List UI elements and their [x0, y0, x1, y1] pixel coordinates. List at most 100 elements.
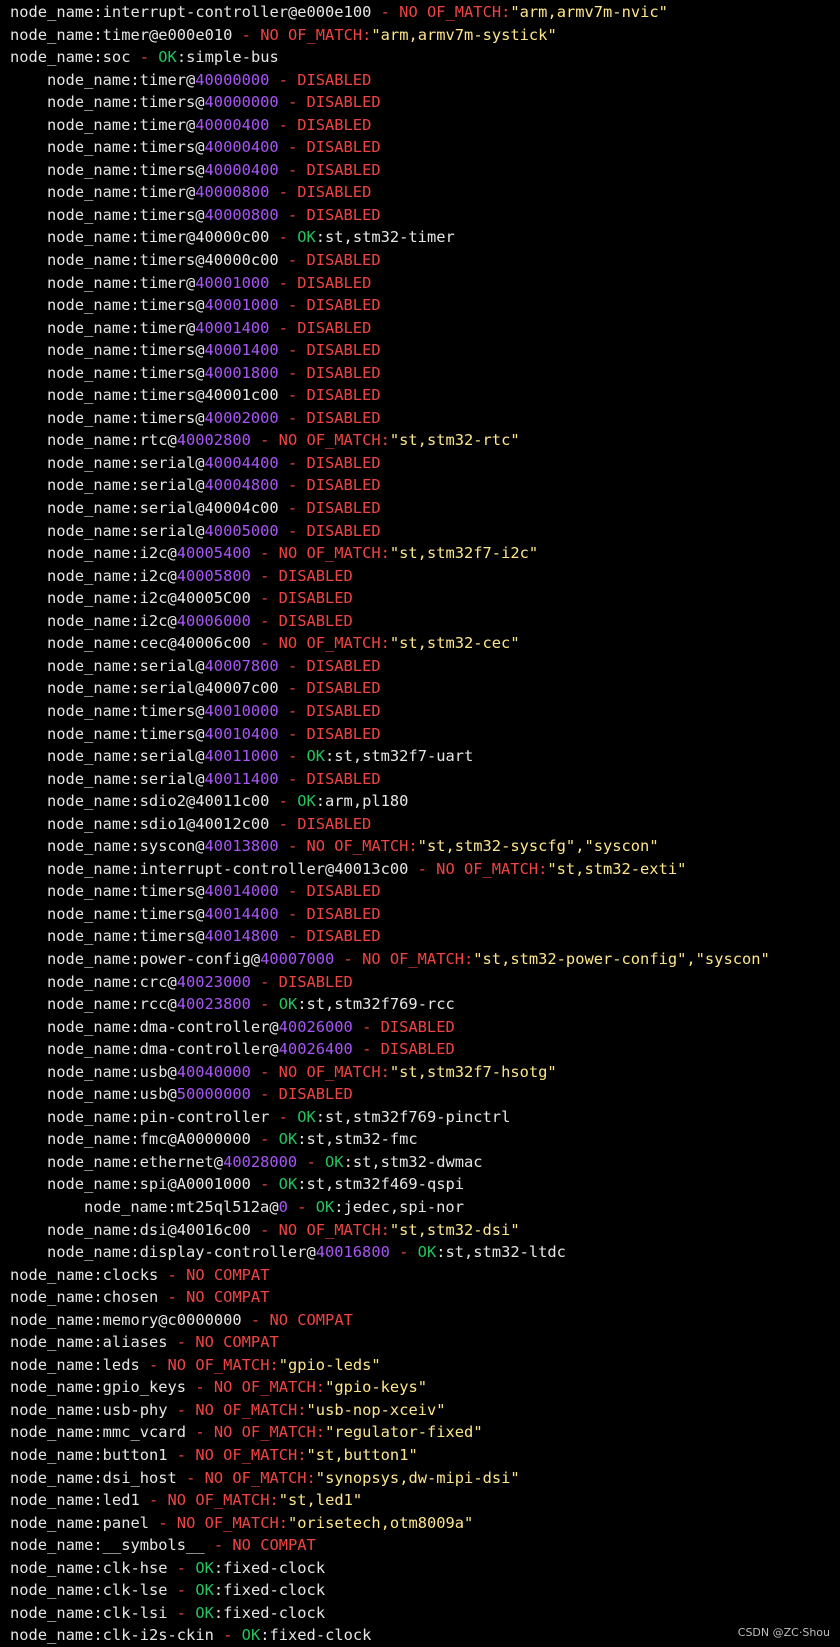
log-segment: node_name:serial@ — [47, 453, 205, 472]
log-segment: node_name:dsi_host — [10, 1468, 177, 1487]
log-segment: 40000400 — [204, 160, 279, 179]
log-segment: node_name:button1 — [10, 1446, 168, 1464]
log-segment: :st,stm32-fmc — [297, 1130, 418, 1149]
log-line: node_name:timer@40001000 - DISABLED — [10, 272, 840, 295]
log-segment: - DISABLED — [250, 566, 353, 585]
log-line: node_name:interrupt-controller@e000e100 … — [10, 1, 840, 24]
log-segment: - NO OF_MATCH: — [278, 837, 418, 856]
log-segment: - NO OF_MATCH: — [408, 859, 548, 878]
log-segment: 40001800 — [204, 363, 279, 382]
log-segment: node_name:serial@ — [47, 747, 205, 766]
log-segment: - DISABLED — [269, 70, 372, 89]
log-segment: node_name:dsi@40016c00 — [47, 1220, 251, 1239]
log-segment: - DISABLED — [352, 1017, 455, 1036]
log-line: node_name:serial@40005000 - DISABLED — [10, 520, 840, 543]
log-line: node_name:timers@40014800 - DISABLED — [10, 925, 840, 948]
log-line: node_name:dsi_host - NO OF_MATCH:"synops… — [10, 1467, 840, 1490]
log-segment: 40011400 — [204, 769, 279, 788]
log-segment: node_name:cec@40006c00 — [47, 634, 251, 653]
log-segment: "arm,armv7m-systick" — [371, 25, 557, 44]
log-segment: 40026000 — [278, 1017, 353, 1036]
log-line: node_name:sdio1@40012c00 - DISABLED — [10, 813, 840, 836]
log-line: node_name:timers@40000000 - DISABLED — [10, 91, 840, 114]
log-segment: - NO COMPAT — [241, 1310, 353, 1329]
log-segment: - DISABLED — [278, 724, 381, 743]
log-segment: 40000800 — [195, 183, 270, 202]
log-line: node_name:timers@40001c00 - DISABLED — [10, 384, 840, 407]
log-line: node_name:pin-controller - OK:st,stm32f7… — [10, 1106, 840, 1129]
log-line: node_name:timer@40000800 - DISABLED — [10, 181, 840, 204]
log-line: node_name:ethernet@40028000 - OK:st,stm3… — [10, 1151, 840, 1174]
log-segment: node_name:serial@ — [47, 656, 205, 675]
log-line: node_name:timer@e000e010 - NO OF_MATCH:"… — [10, 24, 840, 47]
log-segment: node_name:timers@ — [47, 927, 205, 946]
log-segment: node_name:timer@40000c00 — [47, 228, 270, 247]
log-segment: - NO COMPAT — [158, 1265, 270, 1284]
log-segment: node_name:aliases — [10, 1333, 168, 1352]
log-line: node_name:timers@40010000 - DISABLED — [10, 700, 840, 723]
log-segment: 40016800 — [315, 1243, 390, 1262]
log-segment: - DISABLED — [278, 138, 381, 157]
log-segment: 50000000 — [176, 1085, 251, 1104]
log-segment: - DISABLED — [278, 408, 381, 427]
log-segment: - — [130, 48, 159, 67]
log-segment: - NO OF_MATCH: — [167, 1446, 307, 1464]
log-segment: 40023800 — [176, 995, 251, 1014]
log-segment: "usb-nop-xceiv" — [306, 1400, 446, 1419]
log-segment: - DISABLED — [250, 611, 353, 630]
log-segment: - NO OF_MATCH: — [250, 1062, 390, 1081]
log-segment: OK — [195, 1558, 214, 1577]
log-segment: - DISABLED — [278, 341, 381, 360]
log-line: node_name:__symbols__ - NO COMPAT — [10, 1534, 840, 1557]
log-segment: node_name:timers@ — [47, 296, 205, 315]
log-segment: 40000800 — [204, 205, 279, 224]
log-segment: - — [250, 1175, 279, 1194]
log-segment: node_name:ethernet@ — [47, 1152, 224, 1171]
log-segment: node_name:mmc_vcard — [10, 1423, 187, 1442]
log-segment: 40002800 — [176, 431, 251, 450]
log-segment: 40000400 — [195, 115, 270, 134]
log-segment: :st,stm32f769-pinctrl — [315, 1107, 511, 1126]
log-segment: node_name:timer@ — [47, 318, 196, 337]
log-line: node_name:mt25ql512a@0 - OK:jedec,spi-no… — [10, 1196, 840, 1219]
log-line: node_name:serial@40004800 - DISABLED — [10, 474, 840, 497]
log-segment: node_name:clk-hse — [10, 1558, 168, 1577]
log-line: node_name:clk-lse - OK:fixed-clock — [10, 1579, 840, 1602]
log-line: node_name:leds - NO OF_MATCH:"gpio-leds" — [10, 1354, 840, 1377]
log-segment: node_name:power-config@ — [47, 949, 261, 968]
log-segment: node_name:serial@ — [47, 476, 205, 495]
log-segment: "st,stm32f7-hsotg" — [389, 1062, 557, 1081]
log-segment: node_name:timers@ — [47, 904, 205, 923]
log-segment: OK — [297, 792, 316, 811]
log-segment: 40001400 — [195, 318, 270, 337]
log-segment: "st,stm32-power-config","syscon" — [473, 949, 770, 968]
log-segment: node_name:timer@ — [47, 70, 196, 89]
log-segment: 40000400 — [204, 138, 279, 157]
log-segment: - DISABLED — [278, 363, 381, 382]
log-segment: node_name:timer@ — [47, 183, 196, 202]
log-segment: "st,button1" — [306, 1446, 418, 1464]
log-segment: node_name:timers@40000c00 — [47, 251, 279, 270]
log-segment: node_name:led1 — [10, 1491, 140, 1510]
log-segment: - — [287, 1197, 316, 1216]
log-segment: - DISABLED — [278, 296, 381, 315]
log-segment: node_name:i2c@40005C00 — [47, 589, 251, 608]
log-segment: 40005000 — [204, 521, 279, 540]
log-line: node_name:dsi@40016c00 - NO OF_MATCH:"st… — [10, 1219, 840, 1242]
log-segment: - — [167, 1558, 196, 1577]
log-segment: OK — [306, 747, 326, 766]
log-segment: node_name:usb@ — [47, 1062, 177, 1081]
log-segment: node_name:spi@A0001000 — [47, 1175, 251, 1194]
log-line: node_name:i2c@40005800 - DISABLED — [10, 565, 840, 588]
log-segment: - NO OF_MATCH: — [250, 1220, 390, 1239]
log-segment: "gpio-leds" — [278, 1355, 381, 1374]
log-segment: "st,stm32-exti" — [547, 859, 687, 878]
log-segment: node_name:timers@40001c00 — [47, 386, 279, 405]
log-segment: "st,stm32-cec" — [389, 634, 520, 653]
log-segment: - NO OF_MATCH: — [250, 431, 390, 450]
log-segment: node_name:serial@ — [47, 769, 205, 788]
log-segment: - — [250, 1130, 279, 1149]
log-segment: node_name:panel — [10, 1513, 149, 1532]
log-segment: - DISABLED — [269, 115, 372, 134]
log-line: node_name:serial@40007800 - DISABLED — [10, 655, 840, 678]
